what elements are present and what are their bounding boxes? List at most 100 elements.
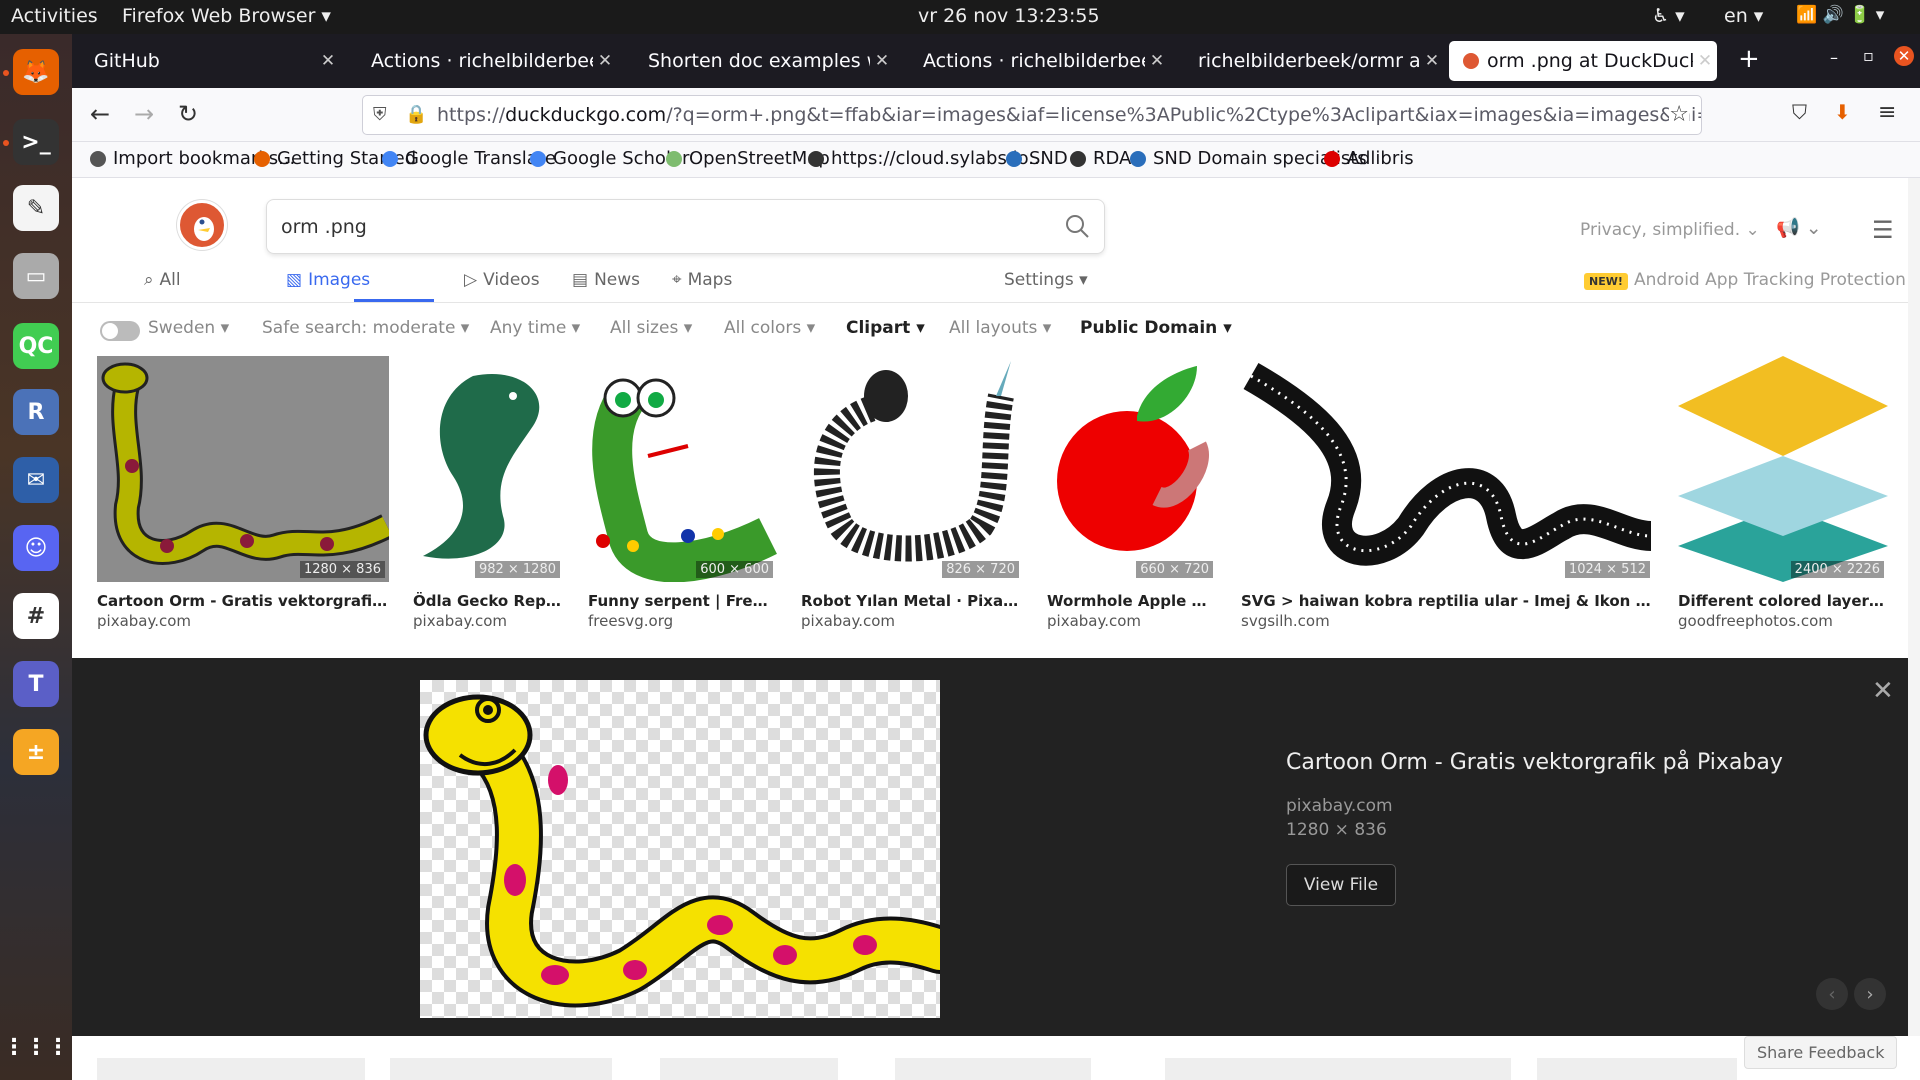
- result-title[interactable]: Robot Yılan Metal · Pixabay'...: [801, 592, 1023, 610]
- result-image[interactable]: 600 × 600: [588, 356, 777, 582]
- accessibility-menu[interactable]: ♿ ▾: [1652, 5, 1685, 27]
- result-tile[interactable]: 1024 × 512 SVG > haiwan kobra reptilia u…: [1241, 356, 1654, 630]
- result-image[interactable]: [895, 1058, 1091, 1080]
- settings-dropdown[interactable]: Settings ▾: [1004, 270, 1088, 290]
- result-tile[interactable]: 600 × 600 Funny serpent | Free SVG frees…: [588, 356, 777, 630]
- close-icon[interactable]: ✕: [316, 51, 340, 71]
- result-image[interactable]: [1165, 1058, 1511, 1080]
- lock-icon[interactable]: 🔒: [405, 104, 427, 125]
- result-tile[interactable]: 1280 × 836 Cartoon Orm - Gratis vektorgr…: [97, 356, 389, 630]
- type-filter[interactable]: Clipart ▾: [846, 318, 925, 338]
- search-input[interactable]: orm .png: [266, 199, 1105, 254]
- result-title[interactable]: SVG > haiwan kobra reptilia ular - Imej …: [1241, 592, 1654, 610]
- duckduckgo-logo[interactable]: [177, 200, 227, 250]
- result-image[interactable]: 1024 × 512: [1241, 356, 1654, 582]
- shield-icon[interactable]: ⛨: [373, 104, 387, 125]
- system-status-menu[interactable]: 📶 🔊 🔋 ▾: [1796, 5, 1884, 25]
- megaphone-icon[interactable]: 📢 ⌄: [1776, 216, 1822, 239]
- pocket-icon[interactable]: ⛉: [1792, 100, 1807, 124]
- tab-actions-2[interactable]: Actions · richelbilderbeek ✕: [909, 41, 1169, 81]
- terminal-icon[interactable]: >_: [13, 119, 59, 165]
- tab-news[interactable]: ▤ News: [572, 270, 640, 290]
- result-image[interactable]: [97, 1058, 365, 1080]
- hamburger-menu-icon[interactable]: ☰: [1872, 216, 1894, 244]
- search-icon[interactable]: [1064, 213, 1090, 239]
- thunderbird-icon[interactable]: ✉: [13, 457, 59, 503]
- bookmark-item[interactable]: OpenStreetMap: [666, 148, 830, 169]
- result-title[interactable]: Wormhole Apple Wor...: [1047, 592, 1217, 610]
- teams-icon[interactable]: T: [13, 661, 59, 707]
- result-tile[interactable]: 660 × 720 Wormhole Apple Wor... pixabay.…: [1047, 356, 1217, 630]
- minimize-button[interactable]: –: [1830, 48, 1838, 67]
- firefox-icon[interactable]: 🦊: [13, 49, 59, 95]
- detail-image[interactable]: [420, 680, 940, 1018]
- qtcreator-icon[interactable]: QC: [13, 323, 59, 369]
- restore-button[interactable]: ▫: [1863, 46, 1874, 65]
- result-title[interactable]: Different colored layers ve...: [1678, 592, 1888, 610]
- files-icon[interactable]: ▭: [13, 253, 59, 299]
- app-menu-icon[interactable]: ≡: [1878, 100, 1896, 125]
- r-icon[interactable]: R: [13, 389, 59, 435]
- app-menu[interactable]: Firefox Web Browser ▾: [122, 5, 331, 27]
- result-image[interactable]: 1280 × 836: [97, 356, 389, 582]
- downloads-icon[interactable]: ⬇: [1834, 100, 1851, 124]
- tab-duckduckgo[interactable]: orm .png at DuckDuckGo✕: [1449, 41, 1717, 81]
- next-image-button[interactable]: ›: [1854, 978, 1886, 1010]
- tab-shorten-doc[interactable]: Shorten doc examples w ✕: [634, 41, 894, 81]
- close-icon[interactable]: ✕: [870, 51, 894, 71]
- bookmark-item[interactable]: RDA: [1070, 148, 1131, 169]
- show-apps-icon[interactable]: ⋮⋮⋮: [3, 1024, 69, 1070]
- close-icon[interactable]: ✕: [1693, 51, 1717, 71]
- slack-icon[interactable]: #: [13, 593, 59, 639]
- bookmark-item[interactable]: Adlibris: [1324, 148, 1414, 169]
- reload-button[interactable]: ↻: [178, 100, 198, 128]
- tab-maps[interactable]: ⌖ Maps: [672, 270, 732, 290]
- scrollbar[interactable]: [1908, 178, 1920, 1036]
- size-filter[interactable]: All sizes ▾: [610, 318, 692, 338]
- calculator-icon[interactable]: ±: [13, 729, 59, 775]
- bookmark-item[interactable]: SND: [1006, 148, 1068, 169]
- close-icon[interactable]: ✕: [1145, 51, 1169, 71]
- forward-button[interactable]: →: [134, 100, 154, 128]
- result-image[interactable]: [390, 1058, 612, 1080]
- tab-ormr[interactable]: richelbilderbeek/ormr at ✕: [1184, 41, 1444, 81]
- privacy-dropdown[interactable]: Privacy, simplified. ⌄: [1580, 220, 1760, 240]
- result-image[interactable]: 660 × 720: [1047, 356, 1217, 582]
- share-feedback-button[interactable]: Share Feedback: [1744, 1036, 1898, 1069]
- view-file-button[interactable]: View File: [1286, 864, 1396, 906]
- result-tile[interactable]: 826 × 720 Robot Yılan Metal · Pixabay'..…: [801, 356, 1023, 630]
- result-image[interactable]: [1537, 1058, 1737, 1080]
- result-title[interactable]: Ödla Gecko Reptil ...: [413, 592, 564, 610]
- text-editor-icon[interactable]: ✎: [13, 185, 59, 231]
- result-title[interactable]: Cartoon Orm - Gratis vektorgrafik på ...: [97, 592, 389, 610]
- result-title[interactable]: Funny serpent | Free SVG: [588, 592, 777, 610]
- tab-actions-1[interactable]: Actions · richelbilderbeek ✕: [357, 41, 617, 81]
- previous-image-button[interactable]: ‹: [1816, 978, 1848, 1010]
- license-filter[interactable]: Public Domain ▾: [1080, 318, 1232, 338]
- new-tab-button[interactable]: +: [1738, 44, 1760, 74]
- url-bar[interactable]: ⛨ 🔒 https://duckduckgo.com/?q=orm+.png&t…: [362, 95, 1702, 135]
- result-image[interactable]: 2400 × 2226: [1678, 356, 1888, 582]
- tab-videos[interactable]: ▷ Videos: [464, 270, 540, 290]
- result-image[interactable]: 826 × 720: [801, 356, 1023, 582]
- close-icon[interactable]: ✕: [1872, 676, 1894, 706]
- tab-images[interactable]: ▧ Images: [286, 270, 370, 290]
- region-toggle[interactable]: [100, 321, 140, 341]
- layout-filter[interactable]: All layouts ▾: [949, 318, 1051, 338]
- bookmark-star-icon[interactable]: ☆: [1669, 102, 1689, 127]
- detail-title[interactable]: Cartoon Orm - Gratis vektorgrafik på Pix…: [1286, 750, 1783, 775]
- clock[interactable]: vr 26 nov 13:23:55: [918, 5, 1100, 27]
- time-filter[interactable]: Any time ▾: [490, 318, 580, 338]
- tab-github[interactable]: GitHub ✕: [80, 41, 340, 81]
- back-button[interactable]: ←: [90, 100, 110, 128]
- safe-search-filter[interactable]: Safe search: moderate ▾: [262, 318, 469, 338]
- language-menu[interactable]: en ▾: [1724, 5, 1763, 27]
- result-image[interactable]: 982 × 1280: [413, 356, 564, 582]
- discord-icon[interactable]: ☺: [13, 525, 59, 571]
- region-filter[interactable]: Sweden ▾: [148, 318, 229, 338]
- tab-all[interactable]: ⌕ All: [144, 270, 181, 290]
- close-icon[interactable]: ✕: [1420, 51, 1444, 71]
- result-image[interactable]: [660, 1058, 838, 1080]
- detail-source[interactable]: pixabay.com: [1286, 796, 1393, 816]
- window-close-button[interactable]: ✕: [1894, 46, 1914, 66]
